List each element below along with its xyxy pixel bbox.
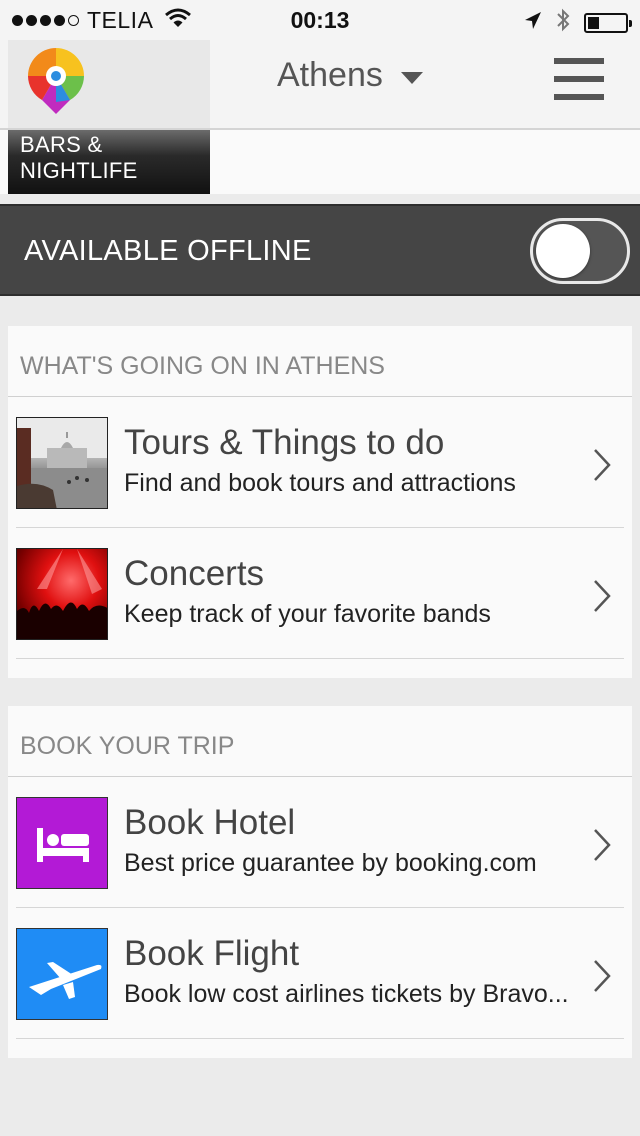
city-name: Athens [277,56,383,94]
menu-icon-line [554,94,604,100]
category-strip: BARS & NIGHTLIFE [0,130,640,194]
item-subtitle: Find and book tours and attractions [124,469,516,497]
offline-bar: AVAILABLE OFFLINE [0,204,640,296]
city-selector[interactable]: Athens [277,56,423,95]
offline-toggle[interactable] [530,218,630,284]
battery-icon [584,13,632,33]
item-title: Tours & Things to do [124,423,445,462]
location-arrow-icon [524,10,542,37]
app-logo-icon[interactable] [26,46,86,121]
item-subtitle: Keep track of your favorite bands [124,600,491,628]
chevron-down-icon [400,71,423,84]
app-header: Athens [0,40,640,130]
section-title: WHAT'S GOING ON IN ATHENS [8,326,632,397]
item-subtitle: Book low cost airlines tickets by Bravo.… [124,980,569,1008]
section-padding [8,659,632,678]
logo-area [8,40,210,128]
chevron-right-icon [592,958,612,999]
item-title: Book Hotel [124,803,296,842]
toggle-knob [536,224,590,278]
bed-icon [16,797,108,889]
battery-level [588,17,599,29]
section-title: BOOK YOUR TRIP [8,706,632,777]
item-title: Concerts [124,554,265,593]
section-padding [8,1039,632,1058]
hamburger-menu-button[interactable] [554,58,604,102]
chevron-right-icon [592,827,612,868]
list-item-book-hotel[interactable]: Book Hotel Best price guarantee by booki… [16,777,624,908]
airplane-icon [16,928,108,1020]
bluetooth-icon [556,8,570,38]
status-right [524,8,632,38]
whats-going-on-section: WHAT'S GOING ON IN ATHENS Tours & Things… [8,326,632,678]
book-trip-section: BOOK YOUR TRIP Book Hotel Best price gua… [8,706,632,1058]
offline-label: AVAILABLE OFFLINE [24,235,312,267]
menu-icon-line [554,58,604,64]
list-item-concerts[interactable]: Concerts Keep track of your favorite ban… [16,528,624,659]
category-label: BARS & NIGHTLIFE [20,132,138,183]
chevron-right-icon [592,447,612,488]
menu-icon-line [554,76,604,82]
list-item-book-flight[interactable]: Book Flight Book low cost airlines ticke… [16,908,624,1039]
tours-thumbnail-icon [16,417,108,509]
status-bar: TELIA 00:13 [0,0,640,40]
item-subtitle: Best price guarantee by booking.com [124,849,537,877]
category-tile-bars-nightlife[interactable]: BARS & NIGHTLIFE [8,130,210,194]
concerts-thumbnail-icon [16,548,108,640]
item-title: Book Flight [124,934,300,973]
list-item-tours[interactable]: Tours & Things to do Find and book tours… [16,397,624,528]
chevron-right-icon [592,578,612,619]
